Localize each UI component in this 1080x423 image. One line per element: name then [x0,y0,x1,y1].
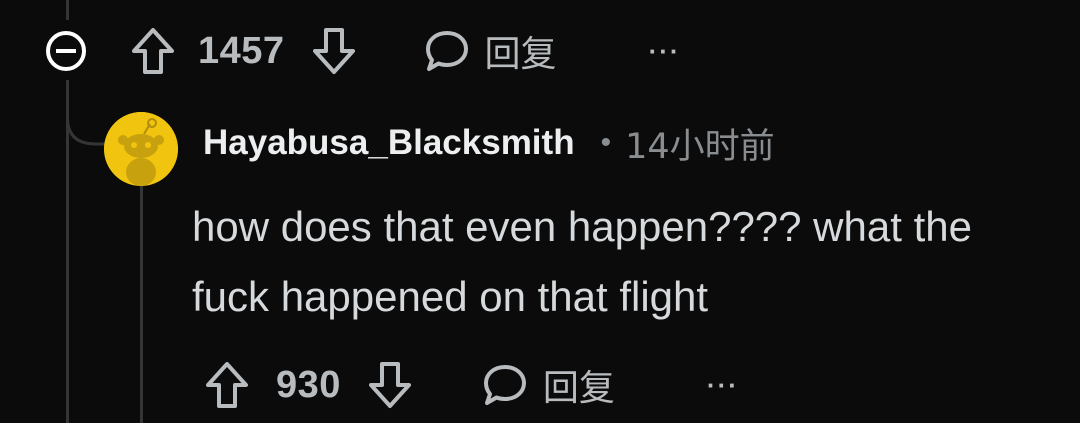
reply-bubble-icon[interactable] [481,361,529,409]
collapse-thread-icon[interactable] [44,29,88,73]
avatar[interactable] [104,112,178,186]
reply-bubble-icon[interactable] [423,27,471,75]
upvote-arrow-icon[interactable] [130,26,176,76]
parent-more-options-button[interactable]: ··· [649,36,681,67]
snoo-avatar-icon [104,112,178,186]
downvote-arrow-icon[interactable] [311,26,357,76]
parent-action-bar: 1457 回复 ··· [44,24,681,78]
comment-action-bar: 930 回复 ··· [204,358,739,412]
comment-vote-count: 930 [276,363,341,406]
separator-dot: • [600,126,612,159]
comment-timestamp: 14小时前 [625,126,775,167]
comment-reply-button[interactable]: 回复 [543,359,615,411]
thread-line-child[interactable] [140,186,143,423]
downvote-arrow-icon[interactable] [367,360,413,410]
username-link[interactable]: Hayabusa_Blacksmith [203,123,575,163]
thread-line-top [66,0,69,20]
parent-reply-button[interactable]: 回复 [485,25,557,77]
upvote-arrow-icon[interactable] [204,360,250,410]
comment-more-options-button[interactable]: ··· [707,370,739,401]
comment-body: how does that even happen???? what the f… [192,203,972,320]
parent-vote-count: 1457 [198,29,285,72]
comment-header: Hayabusa_Blacksmith • 14小时前 [203,120,775,167]
